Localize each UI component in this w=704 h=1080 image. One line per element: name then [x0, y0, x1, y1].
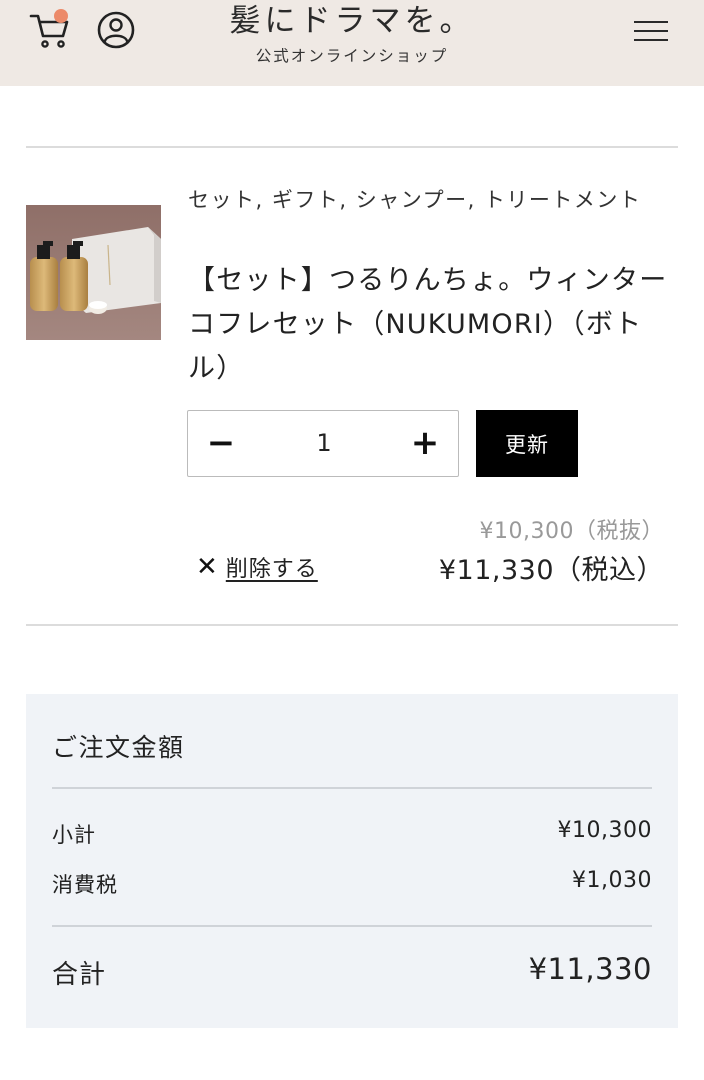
total-label: 合計 — [52, 960, 107, 990]
summary-title: ご注文金額 — [52, 733, 185, 762]
site-header: 髪にドラマを。 公式オンラインショップ — [0, 0, 704, 86]
product-name[interactable]: 【セット】つるりんちょ。ウィンターコフレセット（NUKUMORI）（ボトル） — [188, 259, 678, 391]
quantity-stepper: − + — [187, 410, 459, 477]
hamburger-menu-icon[interactable] — [632, 17, 670, 45]
delete-item-link[interactable]: ✕ 削除する — [196, 550, 318, 584]
product-image[interactable] — [26, 205, 161, 340]
logo-text: 髪にドラマを。 — [229, 3, 475, 39]
divider — [26, 624, 678, 626]
tax-value: ¥1,030 — [572, 868, 652, 893]
cart-badge — [54, 9, 68, 23]
price-including-tax: ¥11,330（税込） — [438, 555, 664, 586]
summary-divider — [52, 787, 652, 789]
account-button[interactable] — [96, 10, 136, 50]
close-icon: ✕ — [196, 552, 218, 582]
increase-quantity-button[interactable]: + — [392, 411, 458, 475]
decrease-quantity-button[interactable]: − — [188, 411, 254, 475]
account-icon — [97, 11, 135, 49]
logo-subtitle: 公式オンラインショップ — [255, 47, 449, 65]
subtotal-value: ¥10,300 — [557, 818, 652, 843]
delete-label: 削除する — [225, 557, 318, 582]
price-excluding-tax: ¥10,300（税抜） — [479, 519, 664, 544]
divider — [26, 146, 678, 148]
summary-divider — [52, 925, 652, 927]
order-summary: ご注文金額 小計 ¥10,300 消費税 ¥1,030 合計 ¥11,330 — [26, 694, 678, 1028]
quantity-input[interactable] — [254, 411, 394, 475]
total-value: ¥11,330 — [528, 952, 652, 986]
update-button[interactable]: 更新 — [476, 410, 578, 477]
site-logo[interactable]: 髪にドラマを。 公式オンラインショップ — [200, 2, 504, 66]
product-categories: セット, ギフト, シャンプー, トリートメント — [188, 188, 642, 212]
tax-label: 消費税 — [52, 873, 118, 897]
subtotal-label: 小計 — [52, 823, 96, 847]
